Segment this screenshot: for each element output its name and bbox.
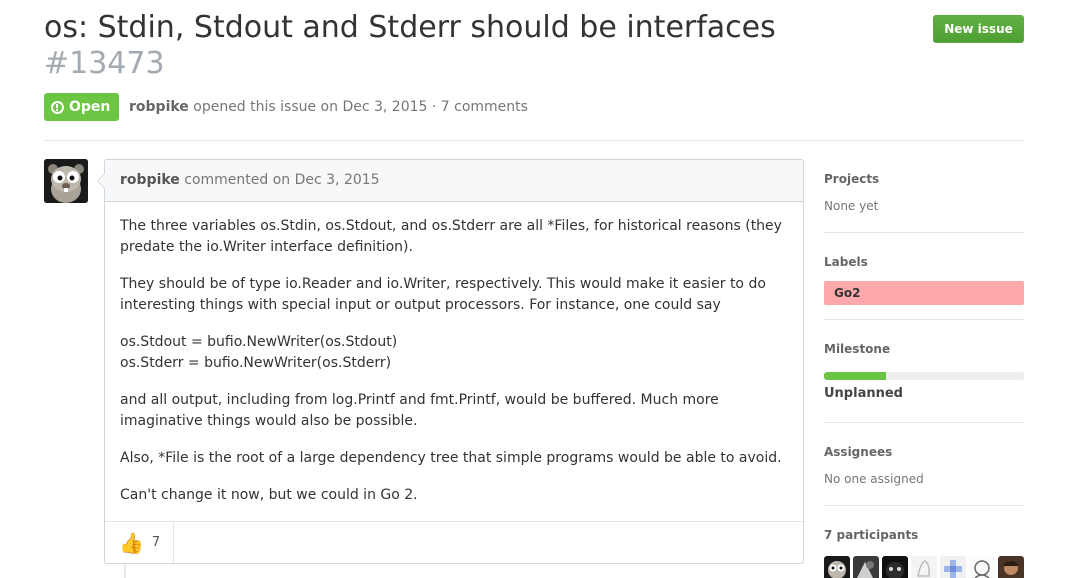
assignees-value: No one assigned	[824, 472, 924, 486]
participant-avatar[interactable]	[998, 556, 1024, 578]
issue-meta: robpike opened this issue on Dec 3, 2015…	[129, 97, 528, 117]
milestone-heading[interactable]: Milestone	[824, 334, 1024, 364]
participant-avatar[interactable]	[911, 556, 937, 578]
issue-sidebar: Projects None yet Labels Go2 Milestone U…	[824, 164, 1024, 578]
comment-paragraph: Can't change it now, but we could in Go …	[120, 487, 418, 503]
comment-paragraph: Also, *File is the root of a large depen…	[120, 450, 782, 466]
participant-avatar[interactable]	[940, 556, 966, 578]
participant-avatars	[824, 556, 1024, 578]
participant-avatar[interactable]	[882, 556, 908, 578]
code-line: os.Stderr = bufio.NewWriter(os.Stderr)	[120, 355, 392, 371]
issue-opened-icon	[51, 100, 64, 114]
thumbs-up-reaction-button[interactable]: 👍 7	[105, 522, 174, 563]
comment-paragraph: They should be of type io.Reader and io.…	[120, 276, 766, 313]
participant-avatar[interactable]	[969, 556, 995, 578]
thumbs-up-icon: 👍	[119, 530, 144, 555]
labels-heading[interactable]: Labels	[824, 247, 1024, 277]
milestone-progress-bar	[824, 372, 1024, 380]
issue-title: os: Stdin, Stdout and Stderr should be i…	[44, 10, 904, 82]
comment-body: The three variables os.Stdin, os.Stdout,…	[105, 202, 803, 506]
milestone-name[interactable]: Unplanned	[824, 380, 1024, 408]
assignees-heading[interactable]: Assignees	[824, 437, 1024, 467]
participants-heading: 7 participants	[824, 528, 919, 542]
sidebar-assignees: Assignees No one assigned	[824, 437, 1024, 506]
label-go2[interactable]: Go2	[824, 281, 1024, 305]
comment-header: robpike commented on Dec 3, 2015	[105, 160, 803, 202]
comment-paragraph: The three variables os.Stdin, os.Stdout,…	[120, 218, 782, 255]
projects-heading[interactable]: Projects	[824, 164, 1024, 194]
participant-avatar[interactable]	[824, 556, 850, 578]
header-divider	[44, 140, 1024, 141]
sidebar-projects: Projects None yet	[824, 164, 1024, 233]
milestone-progress-fill	[824, 372, 886, 380]
reaction-count: 7	[151, 535, 161, 550]
comment-code-block: os.Stdout = bufio.NewWriter(os.Stdout) o…	[120, 332, 788, 374]
comment-reactions: 👍 7	[105, 521, 803, 563]
sidebar-participants: 7 participants	[824, 520, 1024, 578]
issue-state-badge: Open	[44, 93, 120, 121]
projects-value: None yet	[824, 199, 879, 213]
new-issue-button[interactable]: New issue	[933, 15, 1024, 43]
code-line: os.Stdout = bufio.NewWriter(os.Stdout)	[120, 334, 398, 350]
author-avatar[interactable]	[44, 159, 88, 203]
issue-author-link[interactable]: robpike	[129, 99, 189, 115]
participant-avatar[interactable]	[853, 556, 879, 578]
issue-title-text: os: Stdin, Stdout and Stderr should be i…	[44, 10, 776, 45]
sidebar-milestone: Milestone Unplanned	[824, 334, 1024, 423]
issue-state-label: Open	[69, 99, 111, 115]
comment-paragraph: and all output, including from log.Print…	[120, 392, 719, 429]
timeline-line	[124, 564, 126, 578]
issue-number: #13473	[44, 46, 165, 81]
issue-comment: robpike commented on Dec 3, 2015 The thr…	[97, 159, 804, 564]
issue-opened-text: opened this issue on Dec 3, 2015 · 7 com…	[193, 99, 528, 115]
sidebar-labels: Labels Go2	[824, 247, 1024, 320]
comment-timestamp[interactable]: commented on Dec 3, 2015	[184, 172, 379, 188]
comment-author-link[interactable]: robpike	[120, 172, 180, 188]
